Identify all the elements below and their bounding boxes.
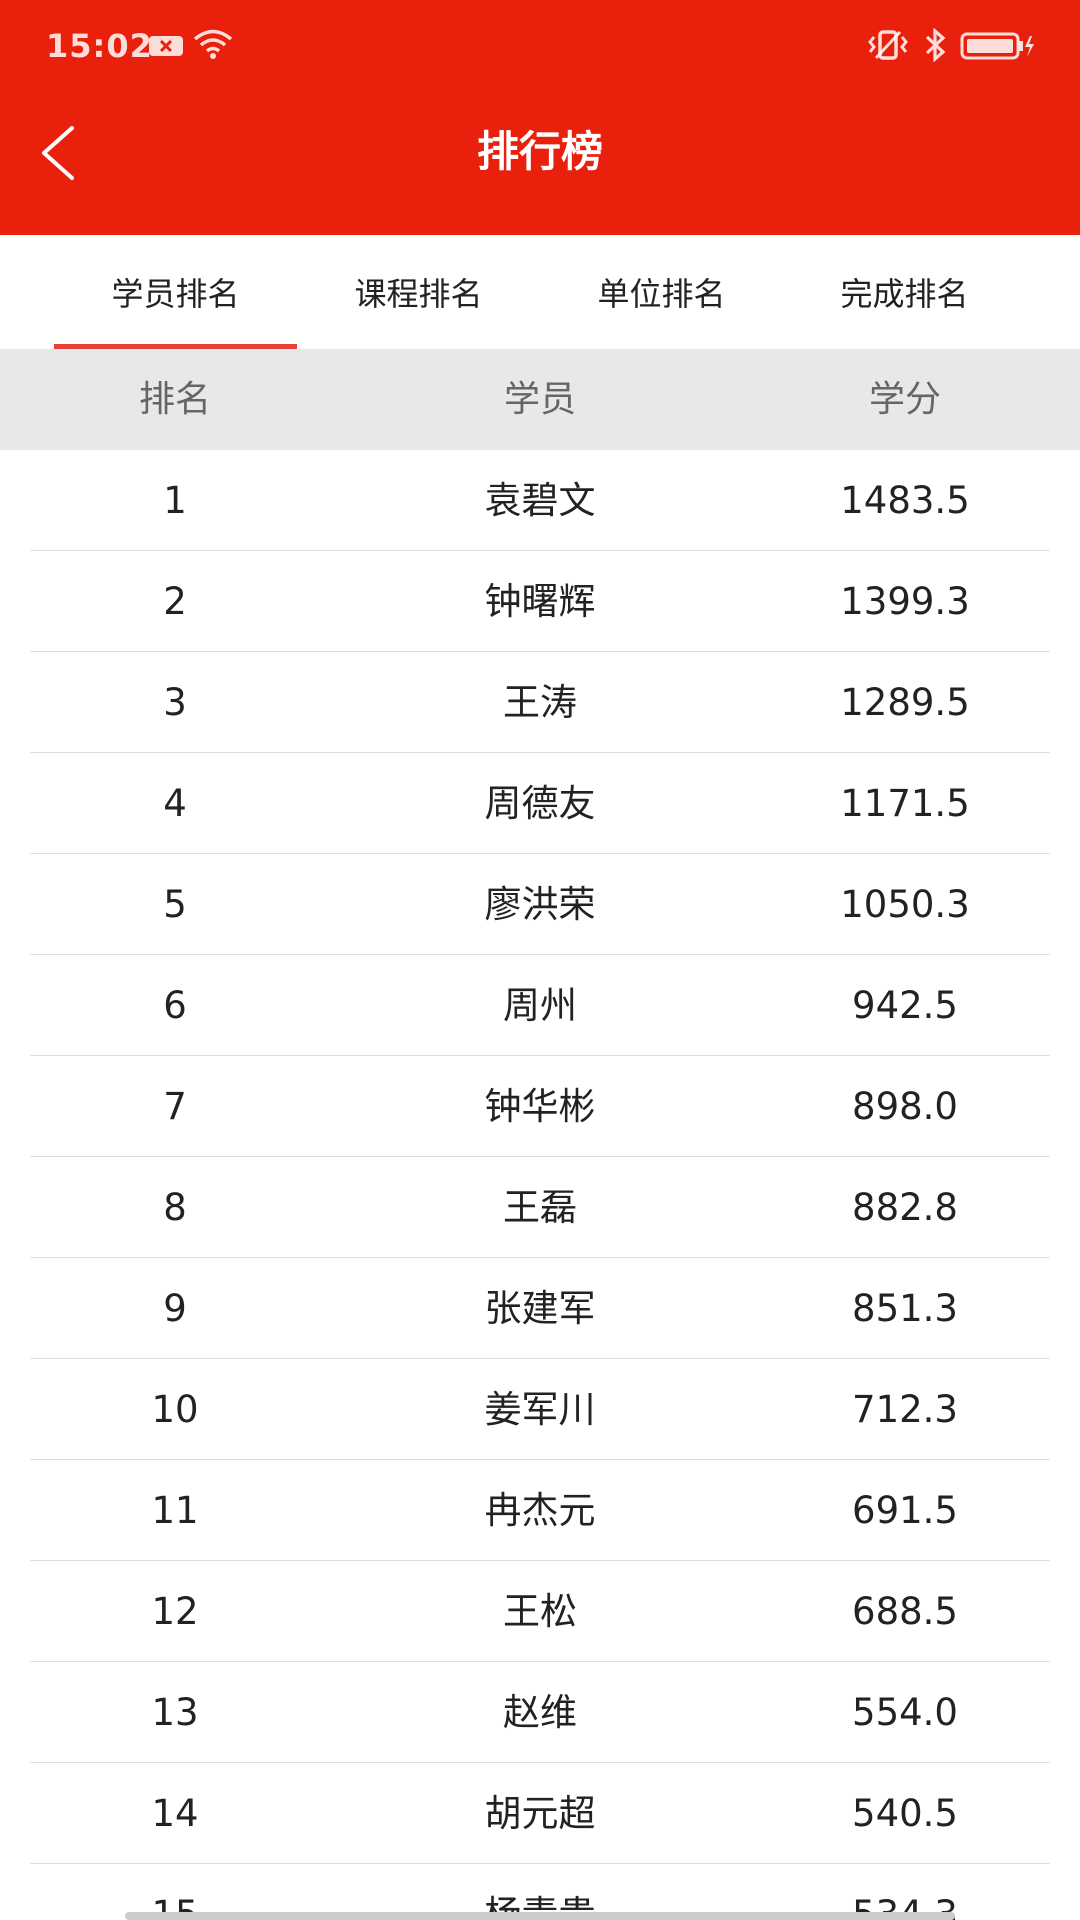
- table-row[interactable]: 12 王松 688.5: [0, 1561, 1080, 1662]
- rank-cell: 10: [151, 1388, 199, 1431]
- rank-cell: 11: [151, 1489, 199, 1532]
- credits-cell: 712.3: [852, 1388, 958, 1431]
- credits-cell: 1399.3: [840, 580, 970, 623]
- table-row[interactable]: 8 王磊 882.8: [0, 1157, 1080, 1258]
- table-row[interactable]: 4 周德友 1171.5: [0, 753, 1080, 854]
- tab-completion-ranking[interactable]: 完成排名: [783, 235, 1026, 349]
- rank-cell: 7: [163, 1085, 187, 1128]
- student-name-cell: 周州: [503, 984, 577, 1027]
- wifi-icon: [192, 28, 234, 64]
- notification-x-icon: [148, 34, 184, 62]
- table-row[interactable]: 3 王涛 1289.5: [0, 652, 1080, 753]
- credits-cell: 554.0: [852, 1691, 958, 1734]
- vibrate-icon: [866, 28, 910, 66]
- student-name-cell: 钟华彬: [484, 1085, 596, 1128]
- table-row[interactable]: 10 姜军川 712.3: [0, 1359, 1080, 1460]
- credits-cell: 942.5: [852, 984, 958, 1027]
- student-name-cell: 袁碧文: [484, 479, 596, 522]
- header-student: 学员: [503, 379, 576, 420]
- table-row[interactable]: 13 赵维 554.0: [0, 1662, 1080, 1763]
- rank-cell: 2: [163, 580, 187, 623]
- ranking-list[interactable]: 1 袁碧文 1483.5 2 钟曙辉 1399.3 3 王涛 1289.5 4 周德友 1171.5 5…: [0, 450, 1080, 1920]
- header-credits: 学分: [868, 379, 941, 420]
- credits-cell: 882.8: [852, 1186, 958, 1229]
- tab-course-ranking[interactable]: 课程排名: [297, 235, 540, 349]
- student-name-cell: 胡元超: [484, 1792, 596, 1835]
- scroll-indicator: [125, 1912, 955, 1920]
- student-name-cell: 王松: [503, 1590, 577, 1633]
- battery-icon: [960, 32, 1036, 64]
- rank-cell: 1: [163, 479, 187, 522]
- tab-student-ranking[interactable]: 学员排名: [54, 235, 297, 349]
- table-header: 排名 学员 学分: [0, 349, 1080, 450]
- table-row[interactable]: 1 袁碧文 1483.5: [0, 450, 1080, 551]
- student-name-cell: 张建军: [484, 1287, 596, 1330]
- credits-cell: 1289.5: [840, 681, 970, 724]
- student-name-cell: 赵维: [503, 1691, 577, 1734]
- table-row[interactable]: 6 周州 942.5: [0, 955, 1080, 1056]
- credits-cell: 1050.3: [840, 883, 970, 926]
- app-header: 15:02 排行榜: [0, 0, 1080, 235]
- credits-cell: 1171.5: [840, 782, 970, 825]
- credits-cell: 898.0: [852, 1085, 958, 1128]
- table-row[interactable]: 14 胡元超 540.5: [0, 1763, 1080, 1864]
- header-rank: 排名: [138, 379, 211, 420]
- table-row[interactable]: 2 钟曙辉 1399.3: [0, 551, 1080, 652]
- credits-cell: 688.5: [852, 1590, 958, 1633]
- student-name-cell: 姜军川: [484, 1388, 596, 1431]
- rank-cell: 13: [151, 1691, 199, 1734]
- rank-cell: 14: [151, 1792, 199, 1835]
- credits-cell: 851.3: [852, 1287, 958, 1330]
- rank-cell: 8: [163, 1186, 187, 1229]
- ranking-page: 15:02 排行榜 学员排名 课程排名 单位排名 完成排名 排名 学员 学分 1…: [0, 0, 1080, 1920]
- table-row[interactable]: 11 冉杰元 691.5: [0, 1460, 1080, 1561]
- rank-cell: 6: [163, 984, 187, 1027]
- rank-cell: 5: [163, 883, 187, 926]
- bluetooth-icon: [922, 27, 948, 66]
- student-name-cell: 王磊: [503, 1186, 577, 1229]
- page-title: 排行榜: [476, 127, 603, 176]
- table-row[interactable]: 5 廖洪荣 1050.3: [0, 854, 1080, 955]
- credits-cell: 691.5: [852, 1489, 958, 1532]
- status-time: 15:02: [46, 27, 153, 65]
- rank-cell: 4: [163, 782, 187, 825]
- student-name-cell: 周德友: [484, 782, 596, 825]
- ranking-tabs: 学员排名 课程排名 单位排名 完成排名: [0, 235, 1080, 349]
- table-row[interactable]: 7 钟华彬 898.0: [0, 1056, 1080, 1157]
- rank-cell: 3: [163, 681, 187, 724]
- status-bar: 15:02: [0, 0, 1080, 92]
- student-name-cell: 钟曙辉: [484, 580, 596, 623]
- tab-unit-ranking[interactable]: 单位排名: [540, 235, 783, 349]
- student-name-cell: 王涛: [503, 681, 577, 724]
- credits-cell: 1483.5: [840, 479, 970, 522]
- credits-cell: 540.5: [852, 1792, 958, 1835]
- rank-cell: 9: [163, 1287, 187, 1330]
- rank-cell: 12: [151, 1590, 199, 1633]
- table-row[interactable]: 9 张建军 851.3: [0, 1258, 1080, 1359]
- student-name-cell: 廖洪荣: [484, 883, 596, 926]
- student-name-cell: 冉杰元: [484, 1489, 596, 1532]
